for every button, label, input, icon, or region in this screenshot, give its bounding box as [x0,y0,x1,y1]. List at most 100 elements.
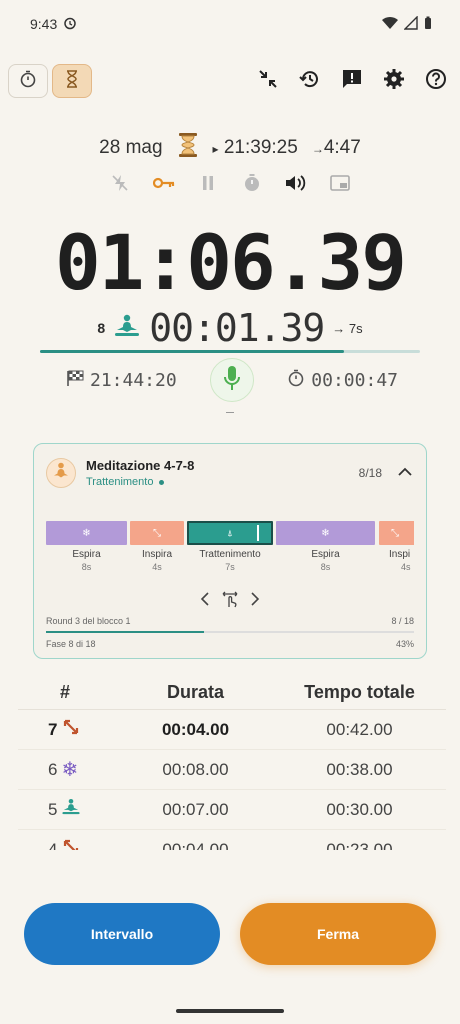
avatar [46,458,76,488]
volume-icon [285,174,307,197]
workout-status: Trattenimento [86,476,154,488]
chevron-up-icon [398,464,412,482]
row-total: 00:23.00 [326,839,393,851]
arrow-right-icon: → [332,320,346,336]
signal-icon [403,14,418,33]
help-button[interactable] [420,65,452,97]
phase-segment[interactable]: ⤡ Inspi 4s [379,521,414,577]
phase-duration: 7s [225,562,235,572]
phase-name: Espira [72,549,101,560]
interval-timer: 00:01.39 [149,306,325,350]
compress-button[interactable] [252,65,284,97]
live-dot [159,479,165,485]
phase-duration: 4s [401,562,411,572]
stopwatch-icon [243,173,261,198]
settings-button[interactable] [378,65,410,97]
row-total: 00:42.00 [326,719,393,739]
table-row[interactable]: 6 ❄ 00:08.00 00:38.00 [18,750,446,790]
snowflake-icon: ❄ [61,759,79,781]
round-count: 8 / 18 [391,616,414,626]
stopwatch-icon [19,70,37,93]
phase-duration: 8s [320,562,331,572]
chevron-right-icon[interactable] [250,592,260,611]
feedback-icon [341,68,363,95]
row-duration: 00:04.00 [161,719,230,739]
row-number: 7 [48,719,58,739]
meditation-person-icon [52,462,70,485]
play-marker-icon: ▸ [212,142,219,156]
phase-name: Inspi [389,549,411,560]
workout-title: Meditazione 4-7-8 [86,458,195,473]
hourglass-icon [177,132,199,164]
interval-progress-bar [40,350,420,353]
timer-mode-button[interactable] [52,64,92,98]
voice-button[interactable] [210,358,254,402]
phase-timeline[interactable]: ❄ Espira 8s ⤡ Inspira 4s ⍋ Trattenimento… [46,521,414,577]
column-header-number: # [60,682,71,702]
meditation-icon [61,798,81,821]
flash-off-button[interactable] [109,174,131,196]
laps-table: # Durata Tempo totale 7 00:04.00 00:42.0… [18,676,446,850]
finish-flag-icon [66,370,84,391]
phase-duration: 4s [152,562,162,572]
meditation-icon: ⍋ [227,527,233,538]
phase-segment-current[interactable]: ⍋ Trattenimento 7s [187,521,273,577]
help-icon [425,68,447,95]
interval-timer-row: 8 00:01.39 → 7s [40,306,420,350]
swipe-gesture-icon[interactable] [220,590,240,613]
main-timer: 01:06.39 [54,218,407,307]
table-header: # Durata Tempo totale [18,676,446,710]
timeline-nav [34,590,426,613]
feedback-button[interactable] [336,65,368,97]
phase-name: Espira [311,549,340,560]
row-duration: 00:04.00 [162,839,229,851]
sound-button[interactable] [285,174,307,196]
stopwatch-mode-button[interactable] [8,64,48,98]
table-row[interactable]: 4 00:04.00 00:23.00 [18,830,446,850]
history-button[interactable] [294,65,326,97]
stopwatch-icon [287,369,305,392]
home-indicator[interactable] [176,1009,284,1013]
toolbar [8,62,452,100]
arrow-right-icon: → [311,142,324,156]
expand-icon: ⤡ [153,527,161,539]
times-row: 21:44:20 00:00:47 [0,358,460,402]
phase-progress-fill [46,631,205,633]
stopwatch-button[interactable] [241,173,263,198]
meditation-icon [113,314,141,343]
workout-card: Meditazione 4-7-8 Trattenimento 8/18 ❄ E… [33,443,427,659]
remaining-time: 4:47 [323,137,361,158]
key-button[interactable] [152,174,175,196]
status-time: 9:43 [30,16,58,32]
phase-progress-bar [46,631,414,633]
session-info: 28 mag ▸ 21:39:25 →4:47 [0,132,460,164]
pip-button[interactable] [329,174,351,196]
collapse-button[interactable] [396,464,414,482]
phase-percent: 43% [395,639,414,649]
microphone-icon [223,365,241,396]
compress-arrows-icon [257,68,279,95]
phase-segment[interactable]: ❄ Espira 8s [46,521,127,577]
phase-segment[interactable]: ⤡ Inspira 4s [130,521,184,577]
row-number: 5 [48,799,58,819]
lap-button[interactable]: Intervallo [24,903,220,965]
snowflake-icon: ❄ [321,527,330,539]
elapsed-time: 00:00:47 [311,369,398,391]
expand-icon [61,837,81,850]
flash-off-icon [111,174,129,197]
control-row [0,173,460,198]
chevron-left-icon[interactable] [200,592,210,611]
stop-button[interactable]: Ferma [240,903,436,965]
table-row[interactable]: 5 00:07.00 00:30.00 [18,790,446,830]
table-row[interactable]: 7 00:04.00 00:42.00 [18,710,446,750]
mode-toggle [8,64,92,98]
row-number: 4 [48,839,58,851]
alarm-icon [63,16,77,33]
history-icon [299,68,321,95]
round-label: Round 3 del blocco 1 [46,616,131,626]
gear-icon [383,68,405,95]
pause-button[interactable] [197,174,219,196]
row-total: 00:30.00 [326,799,393,819]
phase-name: Trattenimento [199,549,261,560]
phase-segment[interactable]: ❄ Espira 8s [276,521,375,577]
